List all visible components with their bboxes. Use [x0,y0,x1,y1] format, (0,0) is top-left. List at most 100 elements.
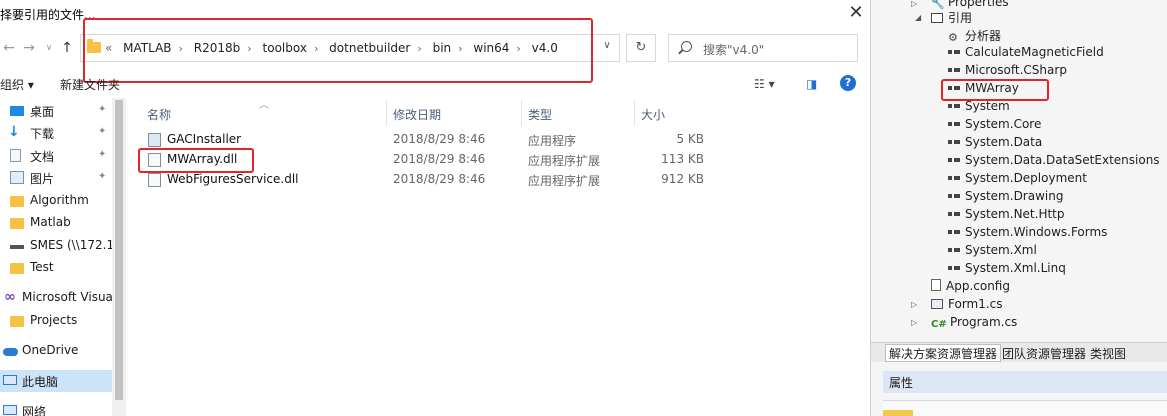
tree-item-reference[interactable]: System.Windows.Forms [948,225,1107,243]
folder-icon [10,263,24,274]
file-date: 2018/8/29 8:46 [393,152,486,166]
new-folder-button[interactable]: 新建文件夹 [60,76,120,93]
organize-menu[interactable]: 组织 ▾ [0,76,34,93]
panel-tabs: 解决方案资源管理器 团队资源管理器 类视图 [871,342,1167,362]
tree-item-label: System.Core [965,117,1042,131]
nav-item-this-pc[interactable]: 此电脑 [0,370,112,392]
back-button[interactable]: ← [0,38,18,58]
assembly-icon [948,104,960,108]
expand-icon[interactable]: ▷ [911,0,917,8]
nav-item-projects[interactable]: Projects [0,310,112,332]
folder-icon [10,196,24,207]
folder-icon [10,218,24,229]
tree-item-reference[interactable]: CalculateMagneticField [948,45,1104,63]
nav-item-documents[interactable]: 文档 ✦ [0,145,112,167]
file-date: 2018/8/29 8:46 [393,132,486,146]
file-type: 应用程序扩展 [528,154,601,168]
form-icon [931,299,943,309]
nav-item-algorithm[interactable]: Algorithm [0,190,112,212]
nav-item-network[interactable]: 网络 [0,400,112,416]
assembly-icon [948,50,960,54]
tree-item-label: App.config [946,279,1010,293]
tree-item-reference[interactable]: System.Xml [948,243,1037,261]
nav-scrollbar[interactable] [112,98,126,416]
collapse-icon[interactable]: ◢ [915,13,921,22]
tab-class-view[interactable]: 类视图 [1087,345,1129,362]
tab-solution-explorer[interactable]: 解决方案资源管理器 [885,344,1002,362]
tree-item-label: System.Xml.Linq [965,261,1066,275]
sort-ascending-icon: ︿ [259,100,269,111]
search-input[interactable]: 搜索"v4.0" [703,41,764,58]
nav-item-visual-studio[interactable]: ∞ Microsoft Visual [0,287,112,309]
column-divider[interactable] [386,100,387,126]
tree-item-reference[interactable]: System.Drawing [948,189,1063,207]
assembly-icon [948,122,960,126]
help-icon[interactable]: ? [840,75,856,91]
assembly-icon [948,158,960,162]
file-size: 912 KB [661,172,704,186]
tree-item-reference[interactable]: System.Data [948,135,1042,153]
tree-item-program[interactable]: C# Program.cs [931,315,1017,333]
forward-button[interactable]: → [20,38,38,58]
nav-item-desktop[interactable]: 桌面 ✦ [0,100,112,122]
address-highlight-box [83,18,593,83]
column-header-date[interactable]: 修改日期 [393,106,441,123]
tree-item-form1[interactable]: Form1.cs [931,297,1003,315]
tree-item-app-config[interactable]: App.config [931,279,1010,297]
assembly-icon [948,140,960,144]
tree-item-label: Microsoft.CSharp [965,63,1067,77]
expand-icon[interactable]: ▷ [911,300,917,309]
pin-icon: ✦ [98,171,107,182]
nav-item-matlab[interactable]: Matlab [0,212,112,234]
recent-locations-button[interactable]: ∨ [40,38,58,58]
tree-item-label: System.Data [965,135,1043,149]
file-highlight-box [138,148,254,173]
column-divider[interactable] [634,100,635,126]
preview-pane-icon[interactable]: ◨ [806,77,817,91]
pin-icon: ✦ [98,149,107,160]
reference-highlight-box [941,79,1049,101]
close-button[interactable]: ✕ [846,4,866,24]
file-name: WebFiguresService.dll [167,172,299,186]
tree-item-reference[interactable]: System [948,99,1010,117]
up-button[interactable]: ↑ [58,38,76,58]
nav-scrollbar-thumb[interactable] [115,100,123,400]
tree-item-analyzers[interactable]: ⚙ 分析器 [948,27,1001,45]
nav-item-test[interactable]: Test [0,257,112,279]
network-drive-icon [10,245,24,249]
references-icon [931,13,943,23]
expand-icon[interactable]: ▷ [911,318,917,327]
file-row[interactable]: GACInstaller 2018/8/29 8:46 应用程序 5 KB [140,130,720,150]
tab-team-explorer[interactable]: 团队资源管理器 [999,345,1089,362]
search-box[interactable]: 搜索"v4.0" [668,34,858,62]
nav-item-label: 下载 [30,127,55,141]
tree-item-reference[interactable]: System.Core [948,117,1041,135]
nav-item-smes[interactable]: SMES (\\172.18 [0,235,112,257]
nav-item-label: Test [30,260,54,274]
tree-item-reference[interactable]: System.Deployment [948,171,1087,189]
address-dropdown-icon[interactable]: ∨ [600,40,614,54]
refresh-button[interactable]: ↻ [626,34,656,62]
computer-icon [3,375,17,385]
file-row[interactable]: WebFiguresService.dll 2018/8/29 8:46 应用程… [140,170,720,190]
application-icon [148,133,161,147]
nav-item-pictures[interactable]: 图片 ✦ [0,167,112,189]
nav-item-downloads[interactable]: ↓ 下载 ✦ [0,122,112,144]
desktop-icon [10,106,24,116]
tree-item-reference[interactable]: System.Net.Http [948,207,1065,225]
column-divider[interactable] [521,100,522,126]
tree-item-label: System.Drawing [965,189,1064,203]
column-header-size[interactable]: 大小 [641,106,665,123]
properties-header: 属性 [883,371,1167,393]
column-header-name[interactable]: 名称 [147,106,171,123]
tree-item-reference[interactable]: System.Xml.Linq [948,261,1066,279]
document-icon [10,149,21,162]
view-options-icon[interactable]: ☷ ▾ [754,77,775,91]
tree-item-reference[interactable]: System.Data.DataSetExtensions [948,153,1160,171]
nav-item-onedrive[interactable]: OneDrive [0,340,112,362]
tree-item-label: System.Deployment [965,171,1087,185]
column-header-type[interactable]: 类型 [528,106,552,123]
nav-item-label: 桌面 [30,105,55,119]
tree-item-references[interactable]: 引用 [931,9,972,27]
properties-swatch [883,410,913,416]
